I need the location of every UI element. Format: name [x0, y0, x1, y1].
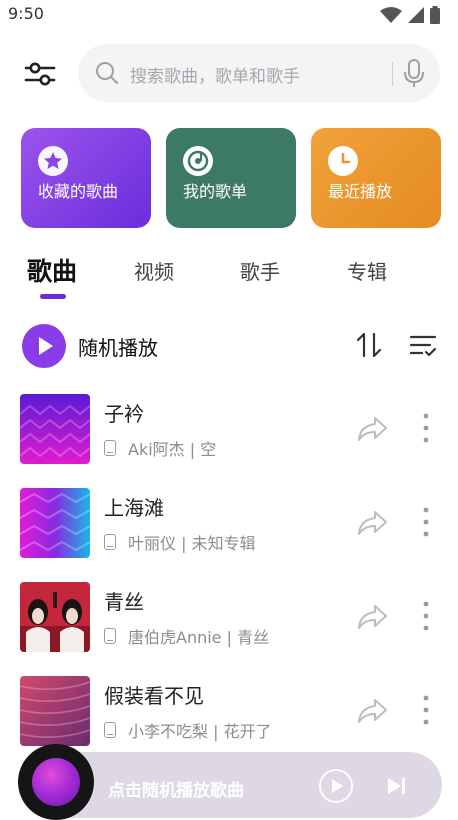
next-track-icon[interactable]: [386, 776, 408, 796]
battery-icon: [430, 6, 440, 24]
song-artist-album: 叶丽仪 | 未知专辑: [128, 534, 256, 553]
top-bar: 搜索歌曲，歌单和歌手: [0, 44, 458, 104]
status-icons: [380, 6, 440, 24]
song-meta: Aki阿杰 | 空: [104, 436, 216, 460]
song-title: 子衿: [104, 402, 144, 426]
song-list: 子衿 Aki阿杰 | 空 上海滩 叶丽仪 | 未知专辑 青丝 唐伯虎Annie …: [0, 382, 458, 762]
status-time: 9:50: [8, 4, 44, 23]
favorite-songs-label: 收藏的歌曲: [38, 182, 119, 201]
wifi-icon: [380, 7, 402, 23]
tab-artists[interactable]: 歌手: [240, 256, 280, 285]
more-options-icon[interactable]: [414, 410, 438, 446]
share-icon[interactable]: [356, 414, 388, 444]
more-options-icon[interactable]: [414, 598, 438, 634]
search-divider: [392, 62, 393, 86]
music-disc-icon: [183, 146, 213, 176]
song-row[interactable]: 青丝 唐伯虎Annie | 青丝: [0, 570, 458, 664]
search-icon: [96, 62, 118, 84]
player-disc-art: [32, 758, 80, 806]
active-tab-indicator: [40, 294, 66, 299]
song-title: 青丝: [104, 590, 144, 614]
album-cover: [20, 488, 90, 558]
player-prompt[interactable]: 点击随机播放歌曲: [108, 776, 244, 801]
song-artist-album: 唐伯虎Annie | 青丝: [128, 628, 270, 647]
signal-icon: [408, 7, 424, 23]
song-meta: 叶丽仪 | 未知专辑: [104, 530, 256, 554]
more-options-icon[interactable]: [414, 504, 438, 540]
tab-videos[interactable]: 视频: [134, 256, 174, 285]
player-disc[interactable]: [18, 744, 94, 820]
song-row[interactable]: 假装看不见 小李不吃梨 | 花开了: [0, 664, 458, 758]
phone-local-icon: [104, 628, 116, 644]
phone-local-icon: [104, 534, 116, 550]
search-input[interactable]: 搜索歌曲，歌单和歌手: [130, 62, 300, 87]
phone-local-icon: [104, 440, 116, 456]
play-button-icon[interactable]: [318, 768, 354, 804]
star-icon: [38, 146, 68, 176]
favorite-songs-card[interactable]: 收藏的歌曲: [21, 128, 151, 228]
song-title: 上海滩: [104, 496, 164, 520]
song-meta: 唐伯虎Annie | 青丝: [104, 624, 269, 648]
clock-icon: [328, 146, 358, 176]
song-title: 假装看不见: [104, 684, 204, 708]
more-options-icon[interactable]: [414, 692, 438, 728]
microphone-icon[interactable]: [401, 57, 427, 89]
shuffle-row: 随机播放: [0, 322, 458, 370]
recent-plays-card[interactable]: 最近播放: [311, 128, 441, 228]
shuffle-play-button[interactable]: [22, 324, 66, 368]
status-bar: 9:50: [0, 0, 458, 28]
song-row[interactable]: 子衿 Aki阿杰 | 空: [0, 382, 458, 476]
tab-albums[interactable]: 专辑: [347, 256, 387, 285]
song-artist-album: Aki阿杰 | 空: [128, 440, 217, 459]
album-cover: [20, 582, 90, 652]
tab-songs[interactable]: 歌曲: [27, 252, 77, 288]
album-cover: [20, 394, 90, 464]
album-cover: [20, 676, 90, 746]
phone-local-icon: [104, 722, 116, 738]
search-box[interactable]: 搜索歌曲，歌单和歌手: [78, 44, 440, 102]
share-icon[interactable]: [356, 602, 388, 632]
song-artist-album: 小李不吃梨 | 花开了: [128, 722, 272, 741]
filter-settings-icon[interactable]: [20, 54, 60, 94]
category-tabs: 歌曲 视频 歌手 专辑: [0, 250, 458, 306]
sort-icon[interactable]: [354, 330, 384, 360]
share-icon[interactable]: [356, 508, 388, 538]
share-icon[interactable]: [356, 696, 388, 726]
song-row[interactable]: 上海滩 叶丽仪 | 未知专辑: [0, 476, 458, 570]
my-playlists-label: 我的歌单: [183, 182, 248, 201]
play-icon: [39, 337, 53, 355]
multi-select-icon[interactable]: [408, 330, 438, 360]
recent-plays-label: 最近播放: [328, 182, 393, 201]
shuffle-play-label[interactable]: 随机播放: [78, 332, 158, 361]
quick-access-cards: 收藏的歌曲 我的歌单 最近播放: [0, 128, 458, 228]
song-meta: 小李不吃梨 | 花开了: [104, 718, 272, 742]
my-playlists-card[interactable]: 我的歌单: [166, 128, 296, 228]
